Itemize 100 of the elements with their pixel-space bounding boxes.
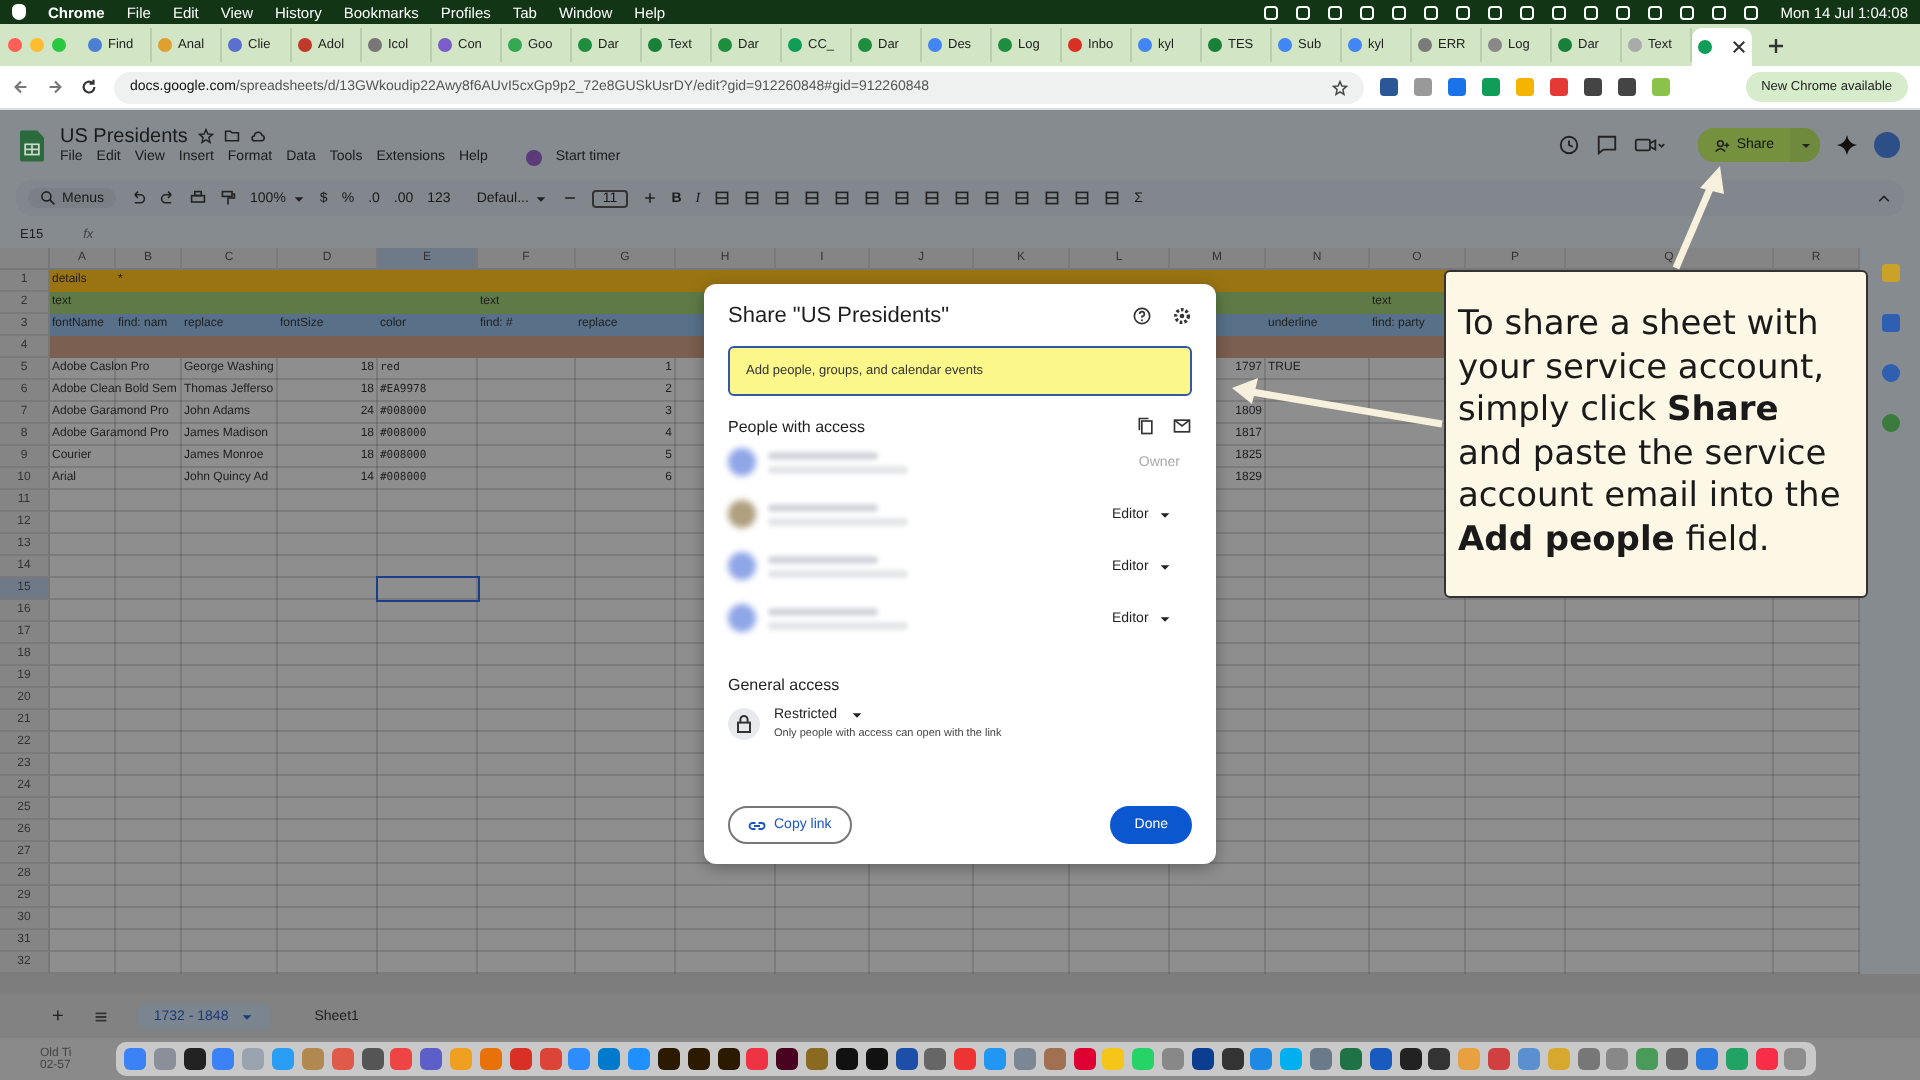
folder-icon[interactable] [223,128,240,144]
toolbar-icon[interactable] [1044,190,1061,206]
caret-icon [849,708,864,722]
toolbar-icon[interactable] [1014,190,1031,206]
toolbar-icon[interactable] [1074,190,1091,206]
search-icon [40,190,56,206]
blurred-avatar [728,448,756,476]
help-icon[interactable] [1132,306,1152,326]
app-icon[interactable] [657,1048,680,1070]
status-icon[interactable] [1360,5,1375,19]
site-icon [438,38,452,52]
app-icon[interactable] [1428,1048,1451,1070]
toolbar-icon[interactable] [954,190,971,206]
star-icon[interactable] [197,128,214,144]
add-sheet-button[interactable]: + [52,1005,64,1027]
status-icon[interactable] [1712,5,1727,19]
toolbar-icon[interactable] [804,190,821,206]
status-icon[interactable] [1616,5,1631,19]
toolbar-icon[interactable] [894,190,911,206]
forward-icon[interactable] [46,78,64,96]
sheets-logo-icon[interactable] [20,129,44,161]
status-icon[interactable] [1520,5,1535,19]
site-icon [858,38,872,52]
collapse-icon[interactable] [1876,190,1892,206]
selected-cell[interactable] [376,576,480,602]
reload-icon[interactable] [80,78,98,96]
section-heading: People with access [728,417,867,435]
document-title[interactable]: US Presidents [60,125,188,147]
comment-icon[interactable] [1596,134,1619,156]
history-icon[interactable] [1558,134,1581,156]
sparkle-icon[interactable] [1836,134,1858,156]
copy-icon[interactable] [1136,416,1156,436]
blurred-avatar [728,604,756,632]
caret-icon[interactable] [291,191,306,205]
app-icon[interactable] [1191,1048,1214,1070]
timer-icon[interactable] [525,149,542,165]
undo-icon[interactable] [130,190,147,206]
app-icon[interactable] [183,1048,206,1070]
blurred-avatar [728,500,756,528]
browser-tab[interactable] [1692,28,1752,66]
site-icon [928,38,942,52]
section-heading: General access [728,676,842,694]
app-icon[interactable] [776,1048,799,1070]
cloud-icon[interactable] [249,128,266,144]
status-icon[interactable] [1680,5,1695,19]
toolbar-icon[interactable] [984,190,1001,206]
avatar-icon[interactable] [1874,132,1900,158]
redo-icon[interactable] [160,190,177,206]
app-icon[interactable] [1221,1048,1244,1070]
status-icon[interactable] [1296,5,1311,19]
video-call-icon[interactable] [1634,134,1667,156]
settings-icon[interactable] [1172,306,1192,326]
print-icon[interactable] [190,190,207,206]
plus-icon[interactable] [641,190,658,206]
site-icon [1138,38,1152,52]
status-icon[interactable] [1264,5,1279,19]
toolbar-icon[interactable] [714,190,731,206]
toolbar-icon[interactable] [1104,190,1121,206]
mail-icon[interactable] [1172,416,1192,436]
site-icon [578,38,592,52]
status-icon[interactable] [1744,5,1759,19]
site-icon [368,38,382,52]
app-icon[interactable] [1399,1048,1422,1070]
caret-icon[interactable] [240,1009,255,1023]
status-icon[interactable] [1488,5,1503,19]
close-icon[interactable] [1732,40,1746,54]
status-icon[interactable] [1424,5,1439,19]
status-icon[interactable] [1584,5,1599,19]
new-tab-icon[interactable] [1768,37,1784,53]
site-icon [158,38,172,52]
site-icon [718,38,732,52]
blurred-name [768,451,878,459]
paint-roller-icon[interactable] [220,190,237,206]
toolbar-icon[interactable] [924,190,941,206]
app-icon[interactable] [687,1048,710,1070]
app-icon[interactable] [835,1048,858,1070]
apple-logo-icon[interactable] [12,4,26,20]
add-person-icon [1714,137,1731,153]
bookmark-star-icon[interactable] [1332,79,1348,95]
status-icon[interactable] [1552,5,1567,19]
app-icon[interactable] [865,1048,888,1070]
site-icon [1278,38,1292,52]
site-icon [1068,38,1082,52]
toolbar-icon[interactable] [834,190,851,206]
status-icon[interactable] [1456,5,1471,19]
site-icon [228,38,242,52]
caret-icon[interactable] [534,191,549,205]
site-icon [1698,40,1712,54]
site-icon [1208,38,1222,52]
status-icon[interactable] [1392,5,1407,19]
back-icon[interactable] [12,78,30,96]
app-icon[interactable] [717,1048,740,1070]
site-icon [1558,38,1572,52]
toolbar-icon[interactable] [774,190,791,206]
menu-icon[interactable] [91,1007,110,1025]
toolbar-icon[interactable] [744,190,761,206]
status-icon[interactable] [1328,5,1343,19]
site-icon [1418,38,1432,52]
toolbar-icon[interactable] [864,190,881,206]
status-icon[interactable] [1648,5,1663,19]
